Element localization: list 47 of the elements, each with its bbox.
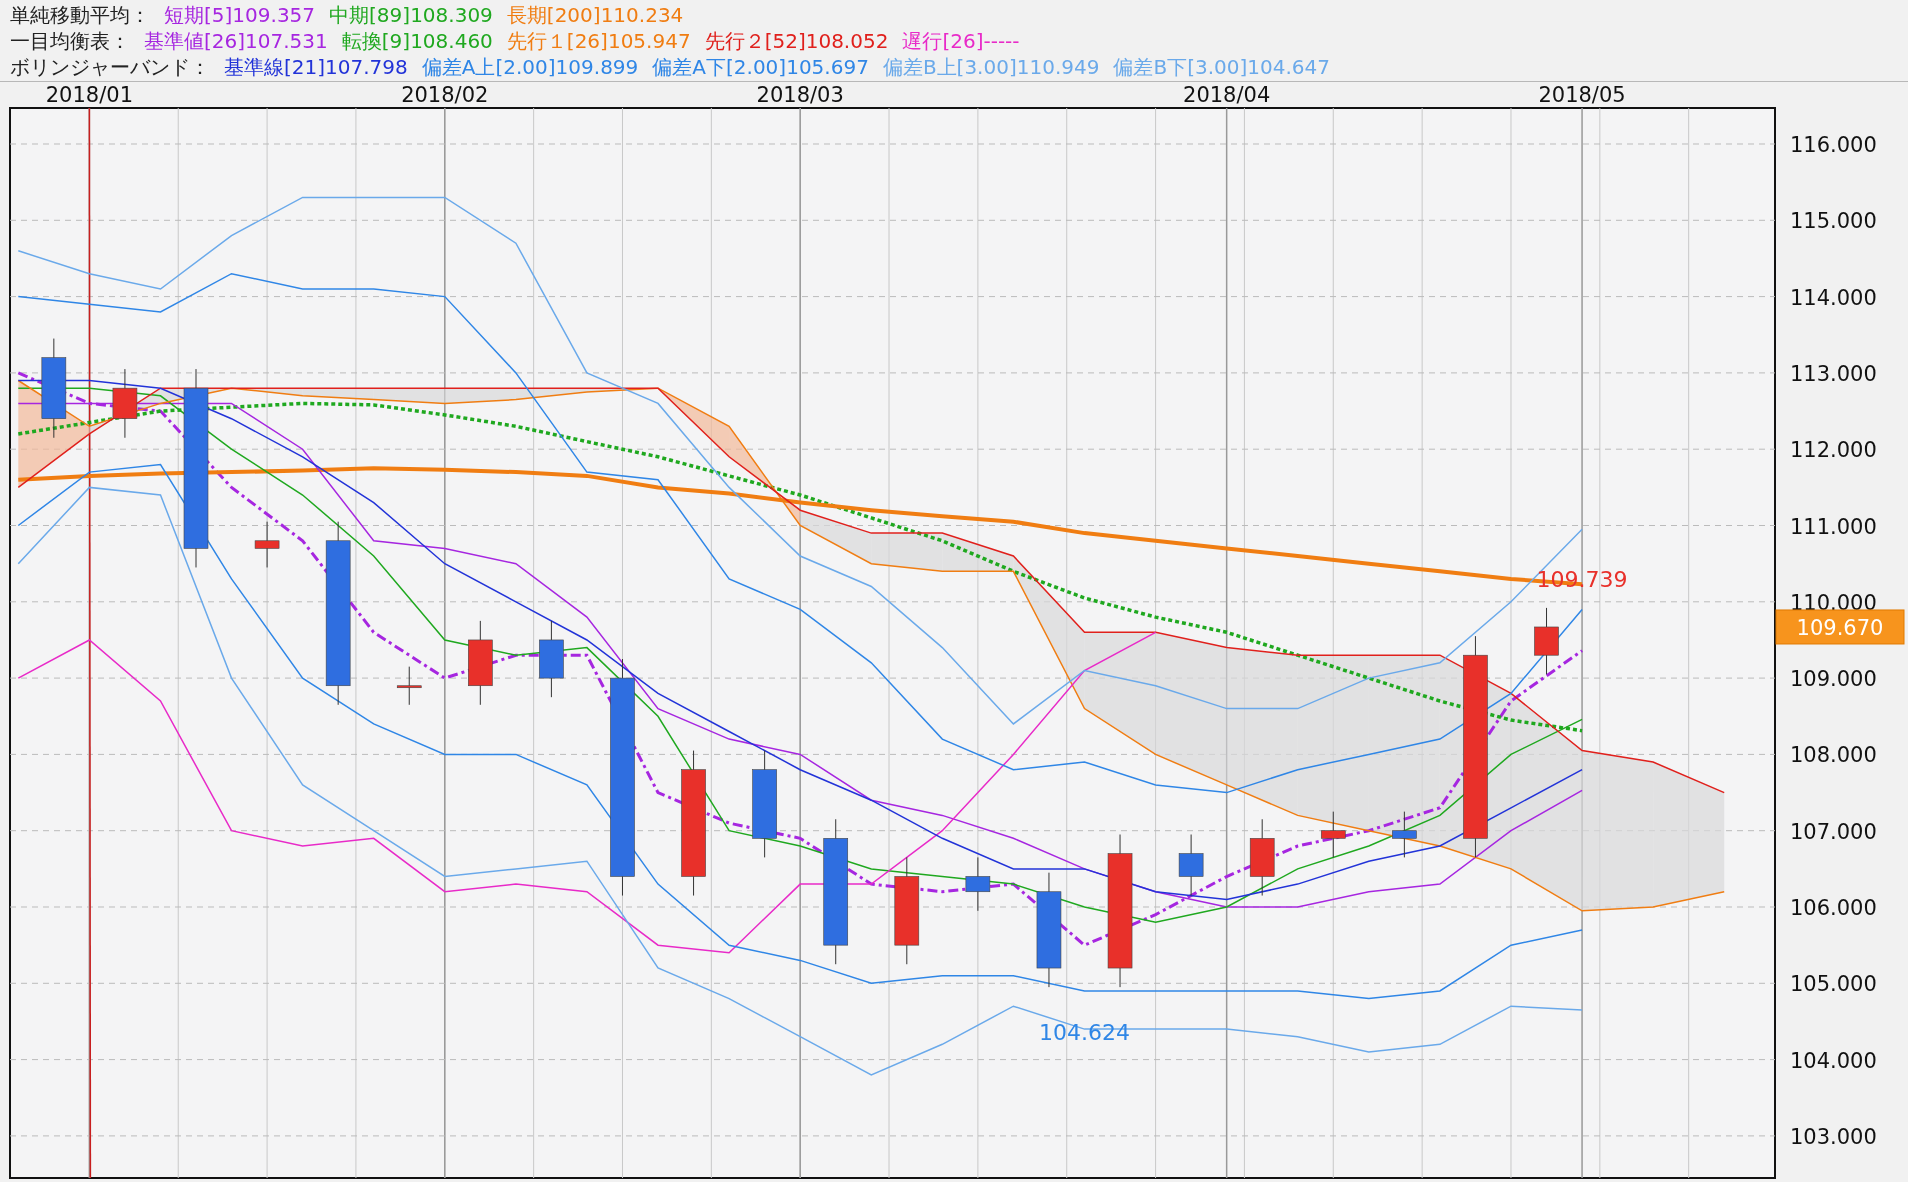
legend-value: 遅行[26]----- bbox=[902, 28, 1020, 54]
legend-value: 偏差A下[2.00]105.697 bbox=[652, 54, 869, 80]
candlestick bbox=[1392, 811, 1417, 858]
legend-value: 偏差A上[2.00]109.899 bbox=[421, 54, 639, 80]
month-label: 2018/04 bbox=[1183, 83, 1271, 107]
legend-value: 先行１[26]105.947 bbox=[506, 28, 691, 54]
price-annotation: 104.624 bbox=[1039, 1020, 1130, 1046]
legend-title: ボリンジャーバンド： bbox=[10, 54, 210, 80]
month-label: 2018/03 bbox=[756, 83, 844, 107]
legend-value: 中期[89]108.309 bbox=[329, 2, 493, 28]
candlestick bbox=[1178, 834, 1204, 897]
current-price-tag: 109.670 bbox=[1775, 609, 1905, 645]
cloud-area bbox=[444, 388, 516, 404]
month-label: 2018/01 bbox=[45, 83, 133, 107]
candlestick bbox=[1321, 811, 1346, 858]
price-label: 106.000 bbox=[1790, 896, 1877, 920]
legend-title: 単純移動平均： bbox=[10, 2, 150, 28]
legend-value: 偏差B上[3.00]110.949 bbox=[882, 54, 1100, 80]
price-annotation: 109.739 bbox=[1536, 566, 1628, 592]
month-label: 2018/05 bbox=[1538, 83, 1626, 107]
price-label: 103.000 bbox=[1790, 1124, 1877, 1149]
candlestick bbox=[965, 856, 991, 912]
price-label: 111.000 bbox=[1790, 514, 1877, 539]
cloud-area bbox=[373, 388, 445, 404]
price-label: 105.000 bbox=[1790, 972, 1877, 997]
price-label: 109.000 bbox=[1790, 667, 1877, 692]
candlestick bbox=[112, 368, 138, 439]
candlestick bbox=[396, 666, 422, 706]
legend-value: 短期[5]109.357 bbox=[164, 2, 316, 28]
price-label: 113.000 bbox=[1790, 361, 1877, 386]
legend-value: 基準値[26]107.531 bbox=[144, 28, 328, 54]
legend-value: 転換[9]108.460 bbox=[341, 28, 493, 54]
legend-title: 一目均衡表： bbox=[10, 28, 130, 54]
month-label: 2018/02 bbox=[401, 83, 489, 107]
legend-value: 偏差B下[3.00]104.647 bbox=[1113, 54, 1331, 80]
price-label: 114.000 bbox=[1790, 285, 1877, 310]
price-label: 116.000 bbox=[1790, 133, 1877, 157]
legend-value: 長期[200]110.234 bbox=[506, 2, 684, 28]
price-label: 108.000 bbox=[1790, 743, 1877, 768]
price-label: 115.000 bbox=[1790, 209, 1877, 234]
price-label: 112.000 bbox=[1790, 438, 1877, 463]
legend-value: 先行２[52]108.052 bbox=[704, 28, 889, 54]
candlestick bbox=[1534, 607, 1559, 675]
price-label: 107.000 bbox=[1790, 819, 1877, 844]
price-label: 104.000 bbox=[1790, 1048, 1877, 1073]
candlestick bbox=[254, 521, 280, 568]
legend-value: 基準線[21]107.798 bbox=[224, 54, 408, 80]
